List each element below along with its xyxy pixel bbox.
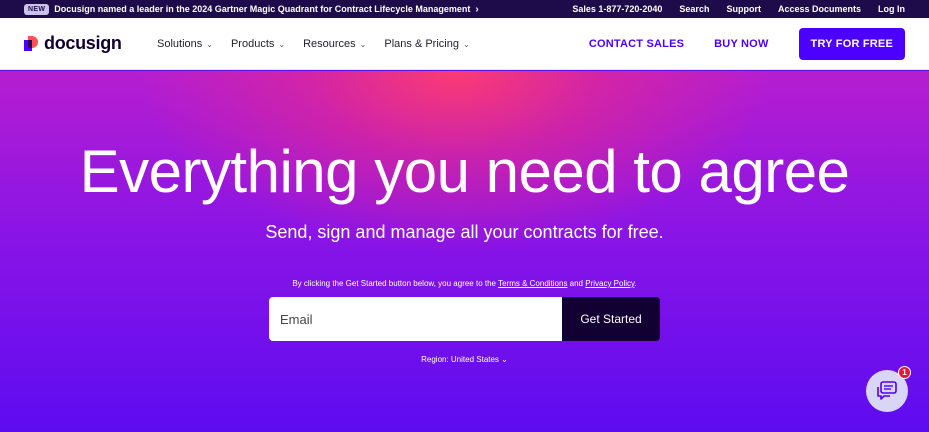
contact-sales-link[interactable]: CONTACT SALES bbox=[589, 38, 684, 50]
chevron-down-icon: ⌄ bbox=[359, 39, 367, 49]
region-label: Region: United States bbox=[421, 355, 499, 364]
nav-item-label: Plans & Pricing bbox=[384, 38, 459, 50]
announcement-link[interactable]: Docusign named a leader in the 2024 Gart… bbox=[54, 4, 478, 15]
nav-actions: CONTACT SALES BUY NOW TRY FOR FREE bbox=[589, 18, 905, 70]
email-input[interactable] bbox=[269, 297, 562, 341]
chat-icon bbox=[877, 381, 897, 400]
nav-item-solutions[interactable]: Solutions ⌄ bbox=[157, 38, 213, 50]
logo-text: docusign bbox=[44, 33, 122, 53]
hero-section: Everything you need to agree Send, sign … bbox=[0, 71, 929, 432]
docusign-logo[interactable]: docusign bbox=[24, 33, 122, 54]
signup-form: Get Started bbox=[269, 297, 660, 341]
nav-item-label: Products bbox=[230, 38, 275, 50]
announcement-bar: NEW Docusign named a leader in the 2024 … bbox=[0, 0, 929, 18]
nav-menu: Solutions ⌄ Products ⌄ Resources ⌄ Plans & … bbox=[157, 18, 470, 70]
chat-notification-badge: 1 bbox=[898, 366, 911, 379]
hero-subhead: Send, sign and manage all your contracts… bbox=[265, 222, 664, 242]
terms-link[interactable]: Terms & Conditions bbox=[498, 279, 567, 288]
privacy-policy-link[interactable]: Privacy Policy bbox=[585, 279, 634, 288]
chevron-down-icon: ⌄ bbox=[206, 39, 213, 49]
buy-now-link[interactable]: BUY NOW bbox=[714, 38, 768, 50]
legal-notice: By clicking the Get Started button below… bbox=[0, 279, 929, 288]
legal-prefix: By clicking the Get Started button below… bbox=[292, 279, 499, 288]
logo-mark-icon bbox=[24, 36, 39, 51]
chevron-down-icon: ⌄ bbox=[462, 39, 470, 49]
legal-suffix: . bbox=[634, 279, 637, 288]
nav-item-label: Solutions bbox=[157, 38, 203, 50]
nav-item-label: Resources bbox=[303, 38, 356, 50]
nav-item-products[interactable]: Products ⌄ bbox=[231, 38, 285, 50]
new-badge: NEW bbox=[24, 3, 50, 15]
hero-headline: Everything you need to agree bbox=[79, 138, 850, 205]
login-link[interactable]: Log In bbox=[878, 4, 905, 14]
sales-phone-link[interactable]: Sales 1-877-720-2040 bbox=[572, 4, 662, 14]
chevron-right-icon: › bbox=[475, 3, 479, 15]
utility-links: Sales 1-877-720-2040 Search Support Acce… bbox=[572, 0, 905, 18]
nav-item-plans-pricing[interactable]: Plans & Pricing ⌄ bbox=[384, 38, 469, 50]
chevron-down-icon: ⌄ bbox=[278, 39, 286, 49]
announcement-text: Docusign named a leader in the 2024 Gart… bbox=[54, 4, 471, 14]
try-for-free-button[interactable]: TRY FOR FREE bbox=[798, 28, 905, 60]
access-documents-link[interactable]: Access Documents bbox=[778, 4, 861, 14]
nav-item-resources[interactable]: Resources ⌄ bbox=[303, 38, 366, 50]
get-started-button[interactable]: Get Started bbox=[562, 297, 660, 341]
chevron-down-icon: ⌄ bbox=[498, 355, 508, 364]
main-nav: docusign Solutions ⌄ Products ⌄ Resources ⌄… bbox=[0, 18, 929, 70]
region-selector[interactable]: Region: United States ⌄ bbox=[0, 355, 929, 364]
search-link[interactable]: Search bbox=[679, 4, 709, 14]
support-link[interactable]: Support bbox=[726, 4, 761, 14]
legal-and: and bbox=[567, 279, 586, 288]
